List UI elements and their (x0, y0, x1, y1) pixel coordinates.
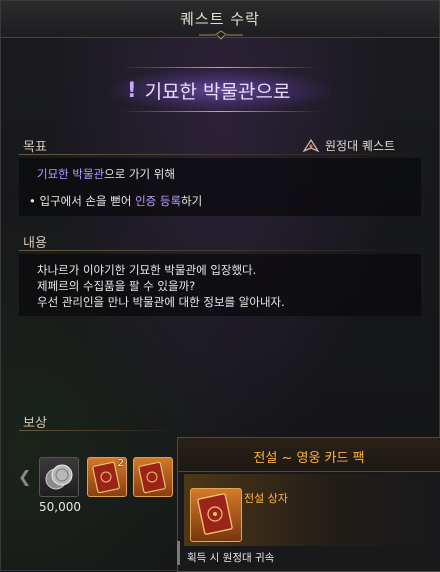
tooltip-header: 전설 ~ 영웅 카드 팩 (178, 438, 440, 472)
content-label: 내용 (23, 236, 47, 251)
quest-type-label: 원정대 퀘스트 (325, 139, 396, 153)
banner-bottom-line (121, 111, 321, 112)
quest-type: 원정대 퀘스트 (303, 137, 395, 154)
quest-accept-window: 퀘스트 수락 ! 기묘한 박물관으로 목표 원정대 퀘스트 기묘한 박물관으로 … (0, 0, 440, 572)
tooltip-bind-text: 획득 시 원정대 귀속 (187, 552, 275, 564)
card-pack-icon (138, 461, 166, 494)
bullet-icon: • (29, 194, 40, 208)
objective-line-2-highlight: 인증 등록 (135, 194, 182, 208)
content-line-2: 제페르의 수집품을 팔 수 있을까? (37, 279, 196, 293)
objective-box: 기묘한 박물관으로 가기 위해 • 입구에서 손을 뻗어 인증 등록하기 (19, 158, 421, 216)
content-line-3: 우선 관리인을 만나 박물관에 대한 정보를 알아내자. (37, 295, 285, 309)
tooltip-item-image (190, 488, 242, 542)
objective-line-1-text: 으로 가기 위해 (104, 167, 175, 181)
reward-count: 2 (117, 458, 124, 469)
tooltip-grade: 전설 상자 (244, 492, 288, 505)
reward-card-pack-2[interactable] (133, 457, 173, 497)
window-title: 퀘스트 수락 (180, 10, 260, 28)
banner-top-line (121, 67, 321, 68)
rewards-divider (19, 430, 179, 431)
objective-line-1: 기묘한 박물관으로 가기 위해 (37, 166, 175, 182)
quest-title-text: 기묘한 박물관으로 (144, 80, 291, 103)
objective-line-2: • 입구에서 손을 뻗어 인증 등록하기 (29, 193, 202, 209)
reward-card-pack-1[interactable]: 2 (87, 457, 127, 497)
reward-silver-coin[interactable] (39, 457, 79, 497)
silver-coin-icon (45, 464, 73, 490)
objective-line-2-text: 입구에서 손을 뻗어 (39, 194, 136, 208)
content-divider (19, 250, 421, 251)
objective-divider (19, 154, 421, 155)
objective-line-2-suffix: 하기 (181, 194, 203, 208)
reward-scroll-left-icon[interactable]: ❮ (18, 467, 31, 486)
tooltip-title: 전설 ~ 영웅 카드 팩 (253, 451, 365, 466)
title-ornament-icon (199, 30, 243, 40)
objective-label: 목표 (23, 140, 47, 155)
card-pack-icon (197, 493, 233, 535)
quest-title: ! 기묘한 박물관으로 (127, 77, 327, 103)
rewards-label: 보상 (23, 416, 47, 431)
reward-silver-amount: 50,000 (39, 500, 81, 514)
content-line-1: 차나르가 이야기한 기묘한 박물관에 입장했다. (37, 263, 257, 277)
tooltip-edge (177, 541, 180, 565)
expedition-quest-icon (303, 138, 319, 152)
content-box: 차나르가 이야기한 기묘한 박물관에 입장했다. 제페르의 수집품을 팔 수 있… (19, 254, 421, 316)
exclamation-icon: ! (127, 78, 137, 102)
objective-highlight: 기묘한 박물관 (37, 167, 105, 181)
